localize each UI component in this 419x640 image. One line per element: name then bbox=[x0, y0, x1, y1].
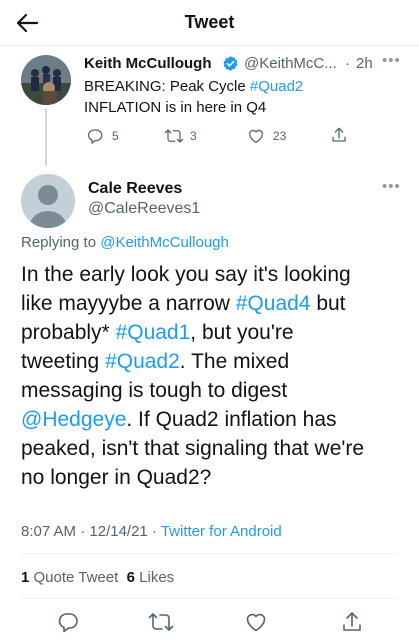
like-button[interactable]: 23 bbox=[247, 127, 286, 145]
tweet-metadata: 8:07 AM · 12/14/21 · Twitter for Android bbox=[21, 523, 282, 540]
author-name[interactable]: Keith McCullough bbox=[84, 55, 212, 72]
share-button[interactable] bbox=[340, 610, 364, 634]
replying-label: Replying to bbox=[21, 234, 101, 251]
tweet-text-line: like mayyybe a narrow #Quad4 but bbox=[21, 289, 346, 318]
tweet-text: BREAKING: Peak Cycle bbox=[84, 78, 250, 95]
tweet-text: . The mixed bbox=[179, 350, 290, 373]
tweet-text: no longer in Quad2? bbox=[21, 466, 212, 489]
quote-label: Quote Tweet bbox=[29, 569, 119, 586]
tweet-date[interactable]: 12/14/21 bbox=[89, 523, 147, 540]
likes-stat[interactable]: 6 Likes bbox=[127, 569, 175, 586]
tweet-text: In the early look you say it's looking bbox=[21, 263, 351, 286]
retweet-button[interactable]: 3 bbox=[164, 127, 197, 145]
tweet-text-line: @Hedgeye. If Quad2 inflation has bbox=[21, 405, 337, 434]
separator-dot: · bbox=[147, 523, 161, 540]
top-bar: Tweet bbox=[0, 0, 419, 46]
like-count: 23 bbox=[273, 129, 287, 143]
tweet-text-line: probably* #Quad1, but you're bbox=[21, 318, 294, 347]
retweet-button[interactable] bbox=[148, 610, 174, 634]
hashtag-link[interactable]: #Quad2 bbox=[105, 350, 180, 373]
replying-to: Replying to @KeithMcCullough bbox=[21, 234, 229, 251]
author-name[interactable]: Cale Reeves bbox=[88, 180, 182, 198]
tweet-text: tweeting bbox=[21, 350, 106, 373]
divider bbox=[21, 553, 399, 554]
tweet-text: , but you're bbox=[190, 321, 294, 344]
reply-icon bbox=[56, 613, 80, 638]
tweet-text-line: BREAKING: Peak Cycle #Quad2 bbox=[84, 78, 303, 95]
mention-link[interactable]: @KeithMcCullough bbox=[100, 234, 229, 251]
reply-count: 5 bbox=[112, 129, 119, 143]
separator-dot: · bbox=[76, 523, 90, 540]
tweet-text: INFLATION is in here in Q4 bbox=[84, 99, 267, 116]
page-title: Tweet bbox=[184, 12, 235, 32]
retweet-icon bbox=[148, 613, 174, 638]
tweet-text: probably* bbox=[21, 321, 116, 344]
hashtag-link[interactable]: #Quad2 bbox=[250, 78, 303, 95]
share-button[interactable] bbox=[330, 126, 348, 144]
tweet-text: like mayyybe a narrow bbox=[21, 292, 236, 315]
source-link[interactable]: Twitter for Android bbox=[161, 523, 282, 540]
retweet-count: 3 bbox=[190, 129, 197, 143]
reply-icon bbox=[86, 127, 104, 145]
like-button[interactable] bbox=[244, 610, 268, 634]
tweet-time[interactable]: 8:07 AM bbox=[21, 523, 76, 540]
thread-connector-line bbox=[45, 108, 47, 166]
author-handle[interactable]: @CaleReeves1 bbox=[88, 200, 200, 218]
tweet-text: peaked, isn't that signaling that we're bbox=[21, 437, 365, 460]
likes-label: Likes bbox=[134, 569, 175, 586]
avatar[interactable] bbox=[21, 174, 75, 228]
tweet-text: messaging is tough to digest bbox=[21, 379, 288, 402]
share-icon bbox=[330, 126, 348, 144]
tweet-text: but bbox=[310, 292, 346, 315]
hashtag-link[interactable]: #Quad4 bbox=[236, 292, 311, 315]
tweet-text-line: tweeting #Quad2. The mixed bbox=[21, 347, 289, 376]
retweet-icon bbox=[164, 127, 184, 145]
more-options-icon[interactable]: ••• bbox=[382, 178, 401, 195]
engagement-stats: 1 Quote Tweet 6 Likes bbox=[21, 569, 174, 586]
author-handle[interactable]: @KeithMcC... bbox=[244, 55, 337, 72]
reply-button[interactable] bbox=[56, 610, 80, 634]
avatar[interactable] bbox=[21, 55, 71, 105]
reply-button[interactable]: 5 bbox=[86, 127, 119, 145]
tweet-time[interactable]: 2h bbox=[356, 55, 373, 72]
tweet-text: . If Quad2 inflation has bbox=[126, 408, 337, 431]
heart-icon bbox=[247, 127, 265, 145]
more-options-icon[interactable]: ••• bbox=[382, 52, 401, 69]
divider bbox=[21, 598, 399, 599]
share-icon bbox=[340, 612, 364, 638]
hashtag-link[interactable]: #Quad1 bbox=[116, 321, 191, 344]
mention-link[interactable]: @Hedgeye bbox=[21, 408, 126, 431]
separator-dot: · bbox=[345, 55, 350, 72]
heart-icon bbox=[244, 613, 268, 638]
verified-badge-icon bbox=[222, 55, 239, 72]
quote-tweets-stat[interactable]: 1 Quote Tweet bbox=[21, 569, 118, 586]
like-count: 6 bbox=[126, 569, 135, 586]
